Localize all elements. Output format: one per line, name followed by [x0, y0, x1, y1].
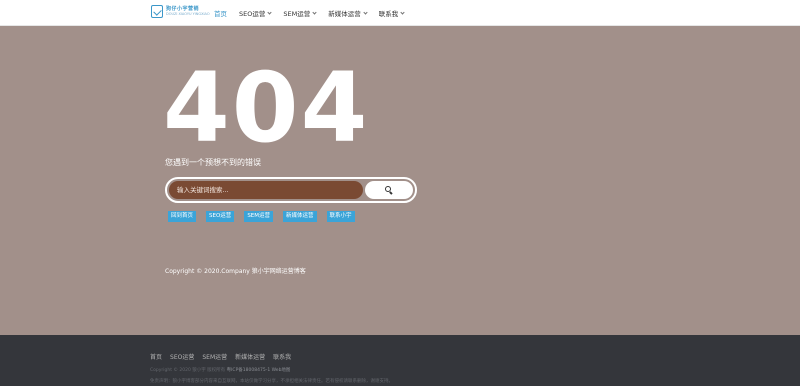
search-icon [385, 186, 393, 194]
nav-item-seo[interactable]: SEO运营 [239, 8, 272, 18]
footer-copyright-text: Copyright © 2020 狼小宇 版权所有 [150, 368, 226, 373]
nav-item-label: SEO运营 [239, 10, 266, 18]
site-logo[interactable]: 狗仔小宇营销 DOUZI XIAOYU YINGXIAO [151, 5, 210, 18]
logo-cn: 狗仔小宇营销 [166, 5, 200, 12]
search-input[interactable] [169, 181, 363, 199]
quick-link-contact[interactable]: 联系小宇 [326, 211, 355, 222]
nav-item-label: 新媒体运营 [328, 10, 361, 18]
quick-link-sem[interactable]: SEM运营 [244, 211, 274, 222]
footer-icp-link[interactable]: 粤ICP备18008475-1 Web地图 [227, 368, 291, 373]
footer-nav: 首页 SEO运营 SEM运营 新媒体运营 联系我 [150, 352, 299, 361]
nav-item-label: 联系我 [378, 10, 399, 18]
logo-icon [151, 5, 163, 18]
footer-copyright: Copyright © 2020 狼小宇 版权所有 粤ICP备18008475-… [150, 367, 290, 373]
main-copyright: Copyright © 2020.Company 狼小宇网络运营博客 [165, 268, 306, 275]
search-button[interactable] [365, 181, 413, 199]
nav-item-sem[interactable]: SEM运营 [283, 8, 317, 18]
quick-link-seo[interactable]: SEO运营 [206, 211, 235, 222]
quick-links: 回到首页 SEO运营 SEM运营 新媒体运营 联系小宇 [168, 211, 365, 222]
chevron-down-icon [312, 9, 317, 15]
nav-item-label: 首页 [214, 10, 227, 18]
nav-item-contact[interactable]: 联系我 [379, 8, 405, 18]
error-message: 您遇到一个预想不到的错误 [165, 158, 261, 167]
search-form [165, 177, 417, 203]
footer-link-new-media[interactable]: 新媒体运营 [235, 352, 265, 361]
footer-link-sem[interactable]: SEM运营 [202, 352, 227, 361]
footer-link-seo[interactable]: SEO运营 [170, 352, 194, 361]
quick-link-new-media[interactable]: 新媒体运营 [283, 211, 317, 222]
page-footer: 首页 SEO运营 SEM运营 新媒体运营 联系我 Copyright © 202… [0, 335, 800, 386]
main-nav: 首页 SEO运营 SEM运营 新媒体运营 联系我 [214, 0, 416, 26]
logo-text: 狗仔小宇营销 DOUZI XIAOYU YINGXIAO [166, 5, 210, 17]
footer-disclaimer: 免责声明：狼小宇博客部分内容来自互联网，本站仅做学习分享，不承担相关法律责任。若… [150, 379, 393, 384]
footer-link-contact[interactable]: 联系我 [273, 352, 291, 361]
error-code: 404 [163, 52, 370, 164]
chevron-down-icon [267, 9, 272, 15]
nav-item-home[interactable]: 首页 [214, 8, 227, 18]
nav-item-new-media[interactable]: 新媒体运营 [328, 8, 368, 18]
chevron-down-icon [400, 9, 405, 15]
footer-link-home[interactable]: 首页 [150, 352, 162, 361]
top-header: 狗仔小宇营销 DOUZI XIAOYU YINGXIAO 首页 SEO运营 SE… [0, 0, 800, 26]
quick-link-home[interactable]: 回到首页 [168, 211, 197, 222]
logo-en: DOUZI XIAOYU YINGXIAO [166, 11, 210, 16]
nav-item-label: SEM运营 [283, 10, 311, 18]
chevron-down-icon [363, 9, 368, 15]
